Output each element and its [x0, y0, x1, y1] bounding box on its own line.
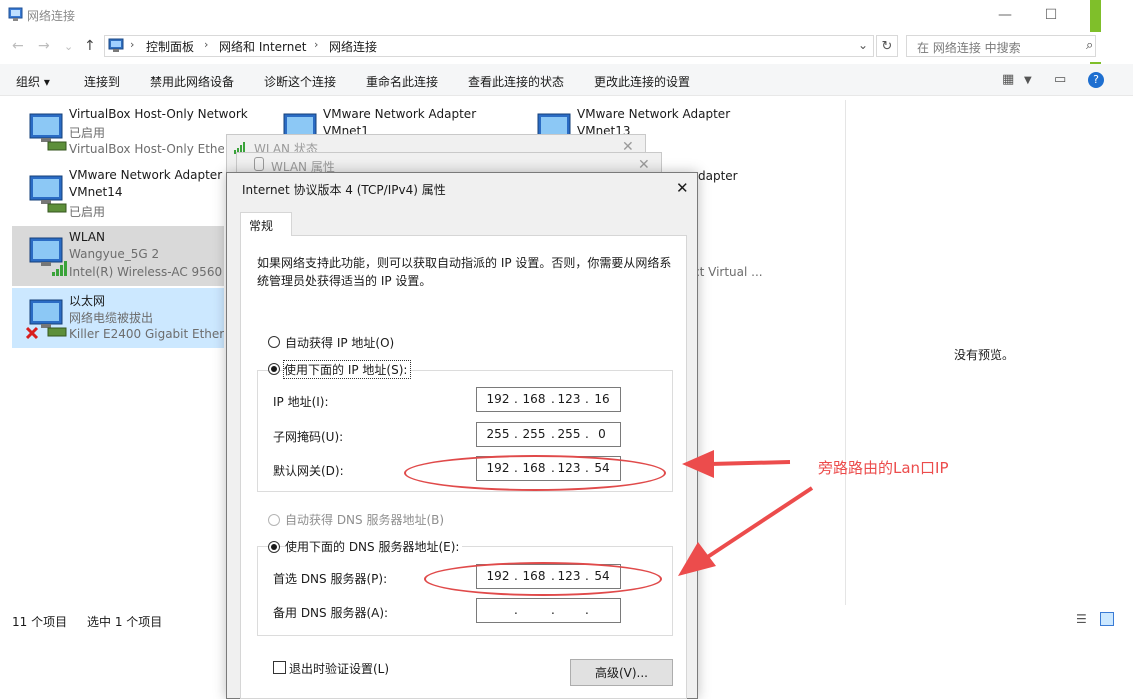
- window-title: 网络连接: [27, 9, 76, 23]
- search-icon[interactable]: ⌕: [1086, 38, 1093, 53]
- wireless-adapter-icon: [29, 237, 67, 276]
- octet: 255: [522, 427, 546, 441]
- auto-ip-label[interactable]: 自动获得 IP 地址(O): [285, 334, 398, 351]
- preferred-dns-label: 首选 DNS 服务器(P):: [273, 572, 388, 586]
- forward-button[interactable]: →: [38, 38, 50, 54]
- ethernet-disconnected-icon: [26, 299, 67, 340]
- auto-dns-radio[interactable]: [268, 514, 280, 526]
- annotation-label: 旁路路由的Lan口IP: [818, 459, 949, 477]
- search-input[interactable]: 在 网络连接 中搜索: [906, 35, 1096, 57]
- octet: 255: [557, 427, 581, 441]
- annotation-arrows: [678, 450, 814, 576]
- network-folder-icon: [8, 7, 23, 21]
- breadcrumb-control-panel[interactable]: 控制面板: [146, 38, 194, 55]
- validate-label[interactable]: 退出时验证设置(L): [289, 660, 389, 677]
- auto-ip-radio[interactable]: [268, 336, 280, 348]
- item-device: Killer E2400 Gigabit Etherne: [69, 327, 224, 341]
- breadcrumb-network-internet[interactable]: 网络和 Internet: [219, 38, 306, 55]
- item-device: VirtualBox Host-Only Ethern: [69, 142, 224, 156]
- list-item[interactable]: VMware Network Adapter VMnet14 已启用: [12, 164, 224, 224]
- item-count: 11 个项目: [12, 615, 68, 629]
- breadcrumb-network-connections[interactable]: 网络连接: [329, 38, 377, 55]
- organize-menu[interactable]: 组织 ▾: [16, 73, 50, 90]
- breadcrumb-separator[interactable]: ›: [204, 38, 208, 51]
- maximize-button[interactable]: ☐: [1028, 2, 1074, 28]
- back-button[interactable]: ←: [12, 38, 24, 54]
- view-status-button[interactable]: 查看此连接的状态: [468, 73, 564, 90]
- list-item[interactable]: VirtualBox Host-Only Network 已启用 Virtual…: [12, 102, 248, 162]
- item-name: VMware Network Adapter: [577, 107, 731, 121]
- item-name-partial: dapter: [698, 169, 738, 183]
- dialog-description: 如果网络支持此功能，则可以获取自动指派的 IP 设置。否则，你需要从网络系统管理…: [257, 256, 672, 288]
- item-status: 已启用: [69, 205, 106, 219]
- alternate-dns-label: 备用 DNS 服务器(A):: [273, 606, 389, 620]
- address-history-dropdown[interactable]: ⌄: [858, 38, 868, 52]
- gateway-label: 默认网关(D):: [273, 464, 344, 478]
- list-item-ethernet[interactable]: 以太网 网络电缆被拔出 Killer E2400 Gigabit Etherne: [12, 288, 224, 348]
- view-options-icon[interactable]: ▦: [1002, 72, 1014, 87]
- octet: 16: [594, 392, 610, 406]
- octet: 123: [557, 392, 581, 406]
- validate-checkbox[interactable]: [273, 661, 286, 674]
- connect-to-button[interactable]: 连接到: [84, 73, 120, 90]
- alternate-dns-input[interactable]: . . .: [476, 598, 621, 623]
- network-adapter-icon: [29, 175, 67, 213]
- large-icons-view-icon[interactable]: [1100, 612, 1114, 626]
- close-icon[interactable]: ✕: [638, 157, 650, 173]
- item-device-partial: ct Virtual ...: [693, 265, 763, 279]
- minimize-button[interactable]: —: [982, 2, 1028, 28]
- item-name: WLAN: [69, 230, 106, 244]
- octet: 255: [486, 427, 510, 441]
- preview-divider: [845, 100, 846, 605]
- up-button[interactable]: ↑: [84, 38, 96, 54]
- subnet-mask-label: 子网掩码(U):: [273, 430, 344, 444]
- change-settings-button[interactable]: 更改此连接的设置: [594, 73, 690, 90]
- breadcrumb-separator[interactable]: ›: [130, 38, 134, 51]
- ip-address-label: IP 地址(I):: [273, 395, 329, 409]
- item-status: 已启用: [69, 126, 106, 140]
- title-bar: [0, 0, 1133, 32]
- item-name: 以太网: [69, 294, 106, 308]
- subnet-mask-input[interactable]: 255. 255. 255. 0: [476, 422, 621, 447]
- item-name: VirtualBox Host-Only Network: [69, 107, 248, 121]
- item-device: Intel(R) Wireless-AC 9560 1: [69, 265, 224, 279]
- preview-empty-text: 没有预览。: [954, 348, 1015, 362]
- manual-dns-label[interactable]: 使用下面的 DNS 服务器地址(E):: [285, 538, 463, 555]
- details-view-icon[interactable]: ☰: [1076, 612, 1087, 626]
- item-subname: VMnet14: [69, 185, 123, 199]
- network-adapter-icon: [29, 113, 67, 151]
- refresh-button[interactable]: ↻: [876, 35, 898, 57]
- diagnose-button[interactable]: 诊断这个连接: [264, 73, 336, 90]
- close-icon[interactable]: ✕: [676, 179, 689, 197]
- view-options-dropdown[interactable]: ▼: [1024, 75, 1032, 86]
- advanced-button[interactable]: 高级(V)...: [570, 659, 673, 686]
- octet: 168: [522, 392, 546, 406]
- item-name: VMware Network Adapter: [323, 107, 477, 121]
- disable-device-button[interactable]: 禁用此网络设备: [150, 73, 234, 90]
- manual-ip-radio[interactable]: [268, 363, 280, 375]
- breadcrumb-separator[interactable]: ›: [314, 38, 318, 51]
- gateway-highlight-ellipse: [404, 455, 666, 491]
- control-panel-icon: [108, 38, 124, 52]
- recent-locations-dropdown[interactable]: ⌄: [64, 40, 73, 53]
- help-icon[interactable]: ?: [1088, 72, 1104, 88]
- octet: 0: [598, 427, 606, 441]
- dns-highlight-ellipse: [424, 562, 662, 596]
- auto-dns-label[interactable]: 自动获得 DNS 服务器地址(B): [285, 511, 448, 528]
- dialog-title: Internet 协议版本 4 (TCP/IPv4) 属性: [242, 183, 446, 197]
- item-name: VMware Network Adapter: [69, 168, 223, 182]
- tab-general[interactable]: 常规: [240, 212, 292, 236]
- adapter-icon: [254, 157, 264, 171]
- item-status: 网络电缆被拔出: [69, 311, 154, 325]
- preview-pane-icon[interactable]: ▭: [1054, 72, 1066, 87]
- selected-count: 选中 1 个项目: [87, 615, 163, 629]
- item-ssid: Wangyue_5G 2: [69, 247, 160, 261]
- ip-address-input[interactable]: 192. 168. 123. 16: [476, 387, 621, 412]
- list-item-wlan[interactable]: WLAN Wangyue_5G 2 Intel(R) Wireless-AC 9…: [12, 226, 224, 286]
- manual-ip-label[interactable]: 使用下面的 IP 地址(S):: [282, 360, 412, 379]
- rename-button[interactable]: 重命名此连接: [366, 73, 438, 90]
- octet: 192: [486, 392, 510, 406]
- manual-dns-radio[interactable]: [268, 541, 280, 553]
